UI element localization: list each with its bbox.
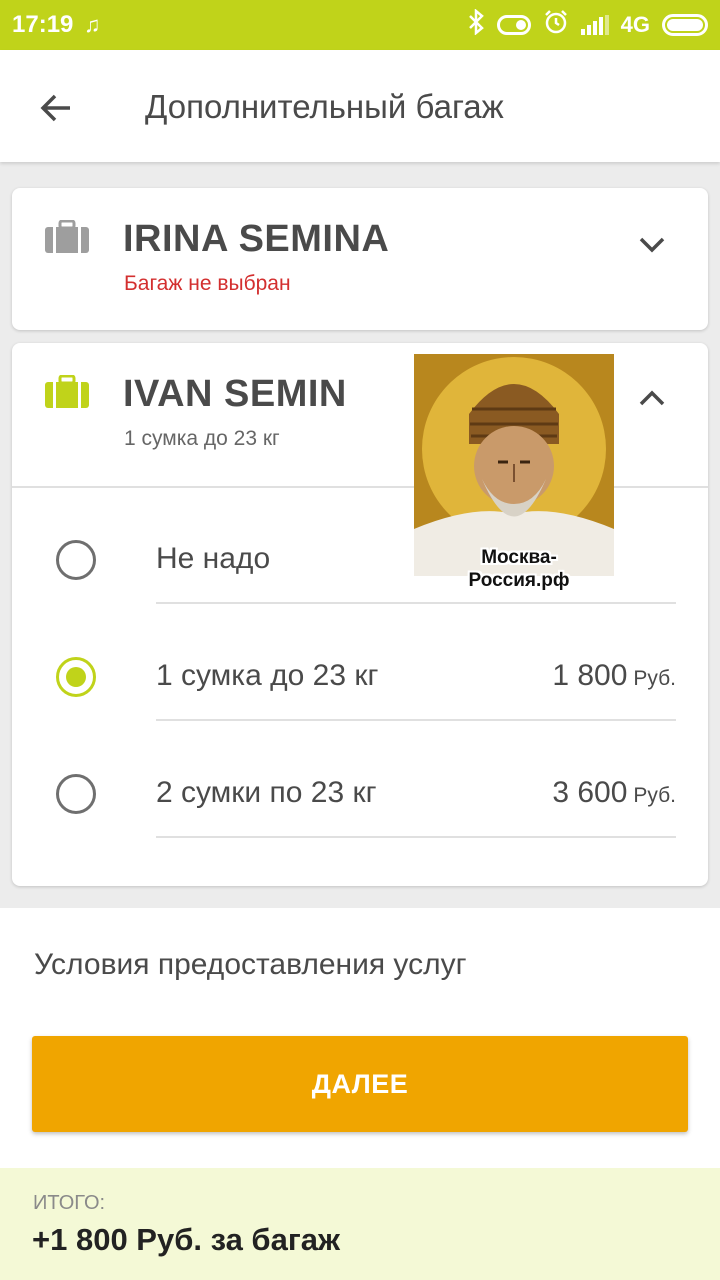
chevron-up-icon[interactable] bbox=[636, 383, 668, 415]
luggage-icon bbox=[44, 374, 90, 414]
passenger-card-irina[interactable]: IRINA SEMINA Багаж не выбран bbox=[12, 188, 708, 330]
option-label: 1 сумка до 23 кг bbox=[156, 659, 379, 692]
alarm-icon bbox=[543, 9, 569, 41]
battery-icon bbox=[662, 14, 708, 36]
overlay-caption: Москва- Россия.рф bbox=[468, 547, 570, 591]
actions-area: Условия предоставления услуг ДАЛЕЕ bbox=[0, 908, 720, 1168]
back-button[interactable] bbox=[30, 82, 82, 134]
divider bbox=[156, 602, 676, 604]
passenger-name: IVAN SEMIN bbox=[123, 373, 347, 415]
status-icons: 4G bbox=[467, 8, 708, 41]
baggage-option-1-bag[interactable]: 1 сумка до 23 кг 1 800 Руб. bbox=[12, 615, 708, 732]
baggage-status: Багаж не выбран bbox=[124, 272, 291, 295]
arrow-left-icon bbox=[40, 94, 70, 122]
terms-link[interactable]: Условия предоставления услуг bbox=[34, 948, 467, 982]
radio-button[interactable] bbox=[56, 774, 96, 814]
baggage-option-2-bags[interactable]: 2 сумки по 23 кг 3 600 Руб. bbox=[12, 732, 708, 849]
option-label: Не надо bbox=[156, 542, 271, 575]
option-label: 2 сумки по 23 кг bbox=[156, 776, 377, 809]
overlay-icon-image bbox=[414, 354, 614, 576]
bluetooth-icon bbox=[467, 8, 485, 41]
radio-button[interactable] bbox=[56, 540, 96, 580]
passenger-name: IRINA SEMINA bbox=[123, 218, 390, 260]
status-bar: 17:19 ♫ 4G bbox=[0, 0, 720, 50]
page-title: Дополнительный багаж bbox=[145, 88, 504, 125]
total-label: ИТОГО: bbox=[33, 1192, 106, 1214]
app-bar: Дополнительный багаж bbox=[0, 50, 720, 162]
divider bbox=[156, 836, 676, 838]
toggle-icon bbox=[496, 15, 531, 35]
divider bbox=[156, 719, 676, 721]
option-price: 1 800 Руб. bbox=[552, 659, 676, 692]
luggage-icon bbox=[44, 219, 90, 259]
network-type: 4G bbox=[620, 12, 650, 37]
baggage-status: 1 сумка до 23 кг bbox=[124, 427, 280, 450]
total-value: +1 800 Руб. за багаж bbox=[32, 1222, 340, 1257]
total-footer: ИТОГО: +1 800 Руб. за багаж bbox=[0, 1168, 720, 1280]
chevron-down-icon[interactable] bbox=[636, 228, 668, 260]
music-app-icon: ♫ bbox=[84, 12, 101, 37]
signal-icon bbox=[580, 15, 609, 35]
option-price: 3 600 Руб. bbox=[552, 776, 676, 809]
radio-button-selected[interactable] bbox=[56, 657, 96, 697]
next-button[interactable]: ДАЛЕЕ bbox=[32, 1036, 688, 1132]
status-time: 17:19 bbox=[12, 11, 74, 38]
